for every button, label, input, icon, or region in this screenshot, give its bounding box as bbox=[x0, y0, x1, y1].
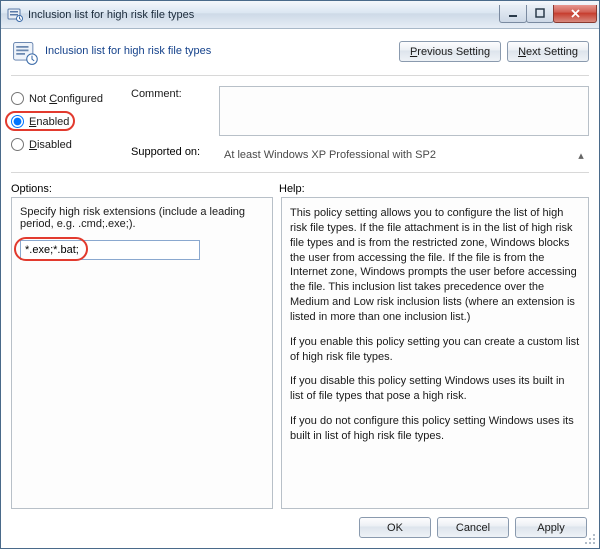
radio-not-configured-label: Not Configured bbox=[29, 93, 103, 105]
extensions-field[interactable] bbox=[20, 240, 200, 260]
help-p4: If you do not configure this policy sett… bbox=[290, 414, 580, 444]
maximize-icon bbox=[535, 8, 545, 18]
help-p2: If you enable this policy setting you ca… bbox=[290, 335, 580, 365]
ok-button[interactable]: OK bbox=[359, 517, 431, 538]
cancel-button[interactable]: Cancel bbox=[437, 517, 509, 538]
comment-field[interactable] bbox=[219, 86, 589, 136]
state-radios: Not Configured Enabled Disabled bbox=[11, 86, 131, 164]
radio-enabled-input[interactable] bbox=[11, 115, 24, 128]
help-p3: If you disable this policy setting Windo… bbox=[290, 374, 580, 404]
apply-button[interactable]: Apply bbox=[515, 517, 587, 538]
dialog-footer: OK Cancel Apply bbox=[11, 509, 589, 540]
maximize-button[interactable] bbox=[526, 5, 554, 23]
supported-value: At least Windows XP Professional with SP… bbox=[219, 146, 573, 164]
titlebar[interactable]: Inclusion list for high risk file types bbox=[1, 1, 599, 29]
dialog-content: Inclusion list for high risk file types … bbox=[1, 29, 599, 548]
policy-icon bbox=[7, 7, 23, 23]
pane-labels: Options: Help: bbox=[11, 173, 589, 197]
radio-disabled-label: Disabled bbox=[29, 139, 72, 151]
radio-disabled[interactable]: Disabled bbox=[11, 138, 131, 151]
header-row: Inclusion list for high risk file types … bbox=[11, 37, 589, 76]
close-button[interactable] bbox=[553, 5, 597, 23]
supported-label: Supported on: bbox=[131, 146, 219, 164]
resize-grip-icon[interactable] bbox=[583, 532, 597, 546]
radio-enabled[interactable]: Enabled bbox=[11, 115, 131, 128]
comment-label: Comment: bbox=[131, 86, 219, 136]
radio-not-configured[interactable]: Not Configured bbox=[11, 92, 131, 105]
prev-label: revious Setting bbox=[417, 46, 490, 58]
policy-title: Inclusion list for high risk file types bbox=[45, 45, 211, 57]
minimize-icon bbox=[508, 8, 518, 18]
options-pane: Specify high risk extensions (include a … bbox=[11, 197, 273, 509]
minimize-button[interactable] bbox=[499, 5, 527, 23]
help-p1: This policy setting allows you to config… bbox=[290, 206, 580, 325]
next-label: ext Setting bbox=[526, 46, 578, 58]
radio-disabled-input[interactable] bbox=[11, 138, 24, 151]
config-section: Not Configured Enabled Disabled Comment: bbox=[11, 76, 589, 173]
close-icon bbox=[570, 8, 581, 19]
nav-buttons: Previous Setting Next Setting bbox=[399, 41, 589, 62]
policy-large-icon bbox=[11, 39, 39, 67]
policy-dialog: Inclusion list for high risk file types … bbox=[0, 0, 600, 549]
previous-setting-button[interactable]: Previous Setting bbox=[399, 41, 501, 62]
ext-wrap bbox=[20, 240, 200, 260]
options-label: Options: bbox=[11, 183, 279, 195]
config-rhs: Comment: Supported on: At least Windows … bbox=[131, 86, 589, 164]
next-setting-button[interactable]: Next Setting bbox=[507, 41, 589, 62]
panes: Specify high risk extensions (include a … bbox=[11, 197, 589, 509]
help-label: Help: bbox=[279, 183, 305, 195]
window-buttons bbox=[500, 5, 597, 25]
window-title: Inclusion list for high risk file types bbox=[28, 9, 194, 21]
help-pane[interactable]: This policy setting allows you to config… bbox=[281, 197, 589, 509]
spec-label: Specify high risk extensions (include a … bbox=[20, 206, 264, 230]
supported-scroll-up-icon[interactable]: ▴ bbox=[573, 146, 589, 164]
radio-not-configured-input[interactable] bbox=[11, 92, 24, 105]
radio-enabled-label: Enabled bbox=[29, 116, 69, 128]
